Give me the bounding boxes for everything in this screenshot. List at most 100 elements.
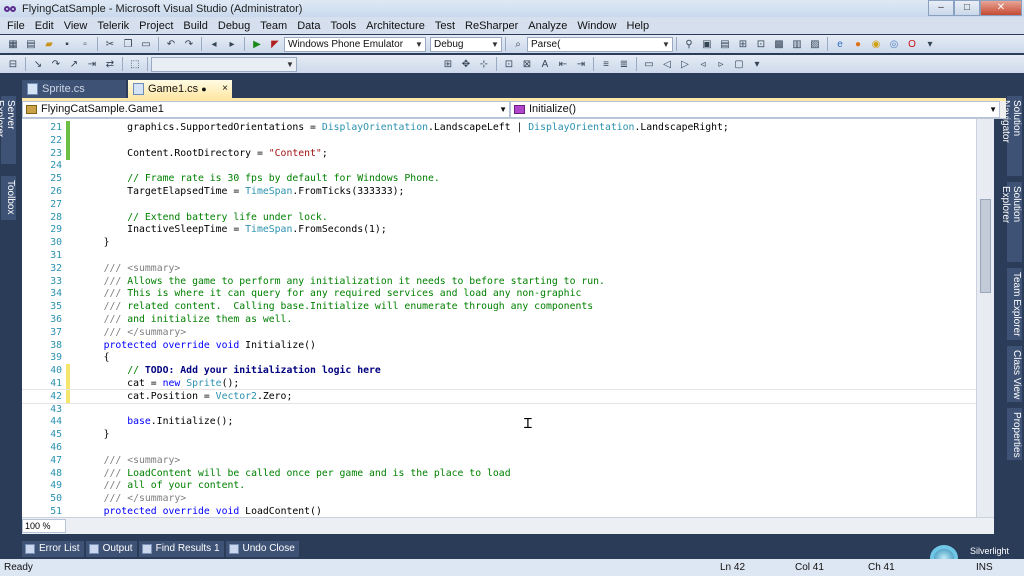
next-bookmark-icon[interactable]: ▷ [678, 58, 692, 71]
member-combo[interactable]: Initialize() ▼ [510, 101, 1000, 118]
prev-bookmark-icon[interactable]: ◁ [660, 58, 674, 71]
type-combo[interactable]: FlyingCatSample.Game1 ▼ [22, 101, 510, 118]
parameter-info-icon[interactable]: ⊠ [520, 58, 534, 71]
toolbar-overflow-icon[interactable]: ▾ [923, 38, 937, 51]
solution-explorer-icon[interactable]: ▣ [700, 38, 714, 51]
code-line[interactable]: 43 [22, 403, 976, 416]
menu-file[interactable]: File [2, 20, 30, 32]
menu-analyze[interactable]: Analyze [523, 20, 572, 32]
minimize-button[interactable]: – [928, 0, 954, 16]
resharper-icon[interactable]: ◤ [268, 38, 282, 51]
code-line[interactable]: 32 /// <summary> [22, 262, 976, 275]
code-line[interactable]: 45 } [22, 428, 976, 441]
move-icon[interactable]: ✥ [459, 58, 473, 71]
code-line[interactable]: 23 Content.RootDirectory = "Content"; [22, 146, 976, 160]
extension-manager-icon[interactable]: ▨ [808, 38, 822, 51]
paste-icon[interactable]: ▭ [139, 38, 153, 51]
code-line[interactable]: 49 /// all of your content. [22, 479, 976, 492]
menu-view[interactable]: View [59, 20, 93, 32]
side-tab-team-explorer[interactable]: Team Explorer [1007, 268, 1022, 340]
side-tab-class-view[interactable]: Class View [1007, 346, 1022, 402]
vertical-scrollbar[interactable] [976, 119, 994, 517]
code-line[interactable]: 36 /// and initialize them as well. [22, 313, 976, 326]
save-icon[interactable]: ▪ [60, 38, 74, 51]
stack-frame-combo[interactable]: ▼ [151, 56, 297, 72]
opera-browser-icon[interactable]: O [905, 38, 919, 51]
navigate-forward-icon[interactable]: ▸ [225, 38, 239, 51]
code-line[interactable]: 29 InactiveSleepTime = TimeSpan.FromSeco… [22, 223, 976, 236]
close-button[interactable]: ✕ [980, 0, 1022, 16]
menu-data[interactable]: Data [292, 20, 325, 32]
zoom-combo[interactable]: 100 % [22, 519, 66, 533]
code-line[interactable]: 40 // TODO: Add your initialization logi… [22, 364, 976, 378]
code-line[interactable]: 41 cat = new Sprite(); [22, 377, 976, 390]
menu-window[interactable]: Window [572, 20, 621, 32]
complete-word-icon[interactable]: A [538, 58, 552, 71]
close-tab-icon[interactable]: × [222, 80, 228, 98]
toolbox-icon[interactable]: ⊡ [754, 38, 768, 51]
copy-icon[interactable]: ❐ [121, 38, 135, 51]
target-device-combo[interactable]: Windows Phone Emulator ▼ [284, 36, 426, 52]
tab-error-list[interactable]: Error List [22, 541, 84, 557]
code-line[interactable]: 35 /// related content. Calling base.Ini… [22, 300, 976, 313]
find-symbol-icon[interactable]: ⚲ [682, 38, 696, 51]
outdent-icon[interactable]: ⇤ [556, 58, 570, 71]
side-tab-properties[interactable]: Properties [1007, 408, 1022, 460]
quick-info-icon[interactable]: ⊡ [502, 58, 516, 71]
code-line[interactable]: 25 // Frame rate is 30 fps by default fo… [22, 172, 976, 185]
side-tab-toolbox[interactable]: Toolbox [1, 176, 16, 220]
tab-sprite-cs[interactable]: Sprite.cs [22, 80, 126, 98]
menu-project[interactable]: Project [134, 20, 178, 32]
code-line[interactable]: 28 // Extend battery life under lock. [22, 211, 976, 224]
step-over-icon[interactable]: ↷ [49, 58, 63, 71]
code-line[interactable]: 24 [22, 159, 976, 172]
new-project-icon[interactable]: ▦ [6, 38, 20, 51]
menu-debug[interactable]: Debug [213, 20, 255, 32]
code-line[interactable]: 30 } [22, 236, 976, 249]
code-line[interactable]: 51 protected override void LoadContent() [22, 505, 976, 517]
code-line[interactable]: 46 [22, 441, 976, 454]
comment-out-icon[interactable]: ≡ [599, 58, 613, 71]
uncomment-icon[interactable]: ≣ [617, 58, 631, 71]
code-line[interactable]: 50 /// </summary> [22, 492, 976, 505]
start-debugging-icon[interactable]: ▶ [250, 38, 264, 51]
code-line[interactable]: 22 [22, 133, 976, 147]
firefox-browser-icon[interactable]: ● [851, 38, 865, 51]
code-line[interactable]: 26 TargetElapsedTime = TimeSpan.FromTick… [22, 185, 976, 198]
tab-find-results[interactable]: Find Results 1 [138, 541, 224, 557]
properties-icon[interactable]: ▤ [718, 38, 732, 51]
object-browser-icon[interactable]: ⊞ [736, 38, 750, 51]
menu-team[interactable]: Team [255, 20, 292, 32]
menu-help[interactable]: Help [622, 20, 655, 32]
menu-edit[interactable]: Edit [30, 20, 59, 32]
scrollbar-thumb[interactable] [980, 199, 991, 293]
code-line[interactable]: 42 cat.Position = Vector2.Zero; [22, 388, 976, 404]
save-all-icon[interactable]: ▫ [78, 38, 92, 51]
code-line[interactable]: 33 /// Allows the game to perform any in… [22, 275, 976, 288]
code-line[interactable]: 21 graphics.SupportedOrientations = Disp… [22, 121, 976, 134]
configuration-combo[interactable]: Debug ▼ [430, 36, 502, 52]
step-into-icon[interactable]: ↘ [31, 58, 45, 71]
show-next-statement-icon[interactable]: ⇥ [85, 58, 99, 71]
build-icon[interactable]: ⊟ [6, 58, 20, 71]
redo-icon[interactable]: ↷ [182, 38, 196, 51]
find-in-files-icon[interactable]: ⌕ [511, 38, 525, 51]
side-tab-solution-explorer[interactable]: Solution Explorer [1000, 182, 1022, 262]
step-out-icon[interactable]: ↗ [67, 58, 81, 71]
code-line[interactable]: 31 [22, 249, 976, 262]
code-line[interactable]: 48 /// LoadContent will be called once p… [22, 467, 976, 480]
menu-build[interactable]: Build [178, 20, 212, 32]
code-line[interactable]: 27 [22, 198, 976, 211]
menu-architecture[interactable]: Architecture [361, 20, 430, 32]
maximize-button[interactable]: □ [954, 0, 980, 16]
safari-browser-icon[interactable]: ◎ [887, 38, 901, 51]
hex-display-icon[interactable]: ⇄ [103, 58, 117, 71]
toolbar-overflow-icon[interactable]: ▾ [750, 58, 764, 71]
bookmark-icon[interactable]: ▭ [642, 58, 656, 71]
indent-icon[interactable]: ⇥ [574, 58, 588, 71]
clear-bookmarks-icon[interactable]: ▢ [732, 58, 746, 71]
next-bookmark-folder-icon[interactable]: ▹ [714, 58, 728, 71]
code-editor[interactable]: 21 graphics.SupportedOrientations = Disp… [22, 119, 976, 517]
tab-game1-cs[interactable]: Game1.cs ● × [128, 80, 232, 98]
tab-undo-close[interactable]: Undo Close [225, 541, 299, 557]
